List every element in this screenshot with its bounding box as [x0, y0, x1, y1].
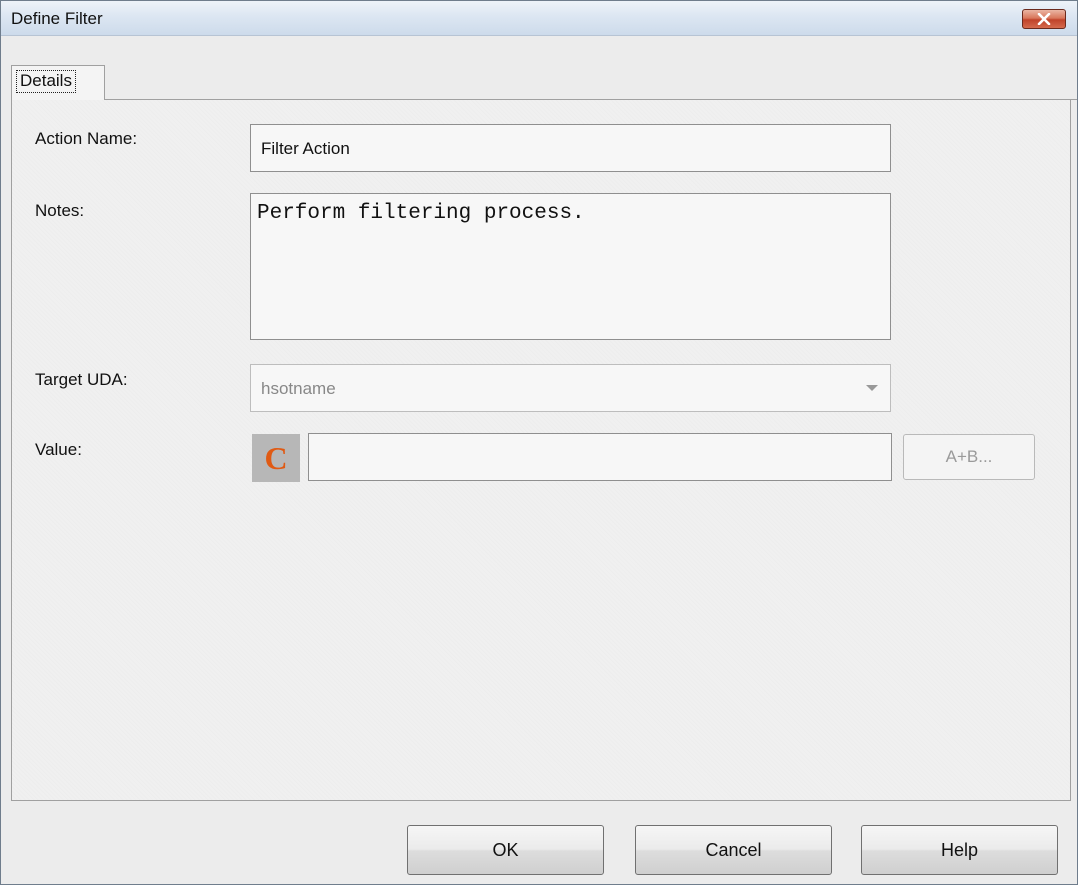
button-bar: OK Cancel Help	[1, 801, 1077, 884]
target-uda-label: Target UDA:	[35, 370, 128, 389]
expression-builder-button[interactable]: A+B...	[903, 434, 1035, 480]
action-name-value: Filter Action	[261, 139, 350, 158]
help-button[interactable]: Help	[861, 825, 1058, 875]
define-filter-dialog: Define Filter Details Action Name: Filte…	[0, 0, 1078, 885]
details-panel: Action Name: Filter Action Notes: Perfor…	[11, 100, 1071, 800]
title-bar[interactable]: Define Filter	[1, 1, 1077, 36]
target-uda-value: hsotname	[261, 379, 336, 398]
close-button[interactable]	[1022, 9, 1066, 29]
target-uda-select[interactable]: hsotname	[250, 364, 891, 412]
notes-textarea[interactable]: Perform filtering process.	[250, 193, 891, 340]
value-label: Value:	[35, 440, 82, 459]
tab-strip: Details	[1, 36, 1077, 100]
action-name-input[interactable]: Filter Action	[250, 124, 891, 172]
value-type-letter: C	[264, 440, 288, 476]
notes-value: Perform filtering process.	[257, 202, 585, 225]
action-name-label: Action Name:	[35, 129, 138, 148]
notes-label: Notes:	[35, 201, 85, 220]
tab-details[interactable]: Details	[11, 65, 105, 100]
ok-button[interactable]: OK	[407, 825, 604, 875]
cancel-button[interactable]: Cancel	[635, 825, 832, 875]
tab-details-label: Details	[16, 70, 76, 93]
dialog-title: Define Filter	[11, 9, 103, 28]
close-icon	[1037, 13, 1051, 25]
chevron-down-icon	[866, 385, 878, 391]
value-input[interactable]	[308, 433, 892, 481]
value-type-icon[interactable]: C	[252, 434, 300, 482]
